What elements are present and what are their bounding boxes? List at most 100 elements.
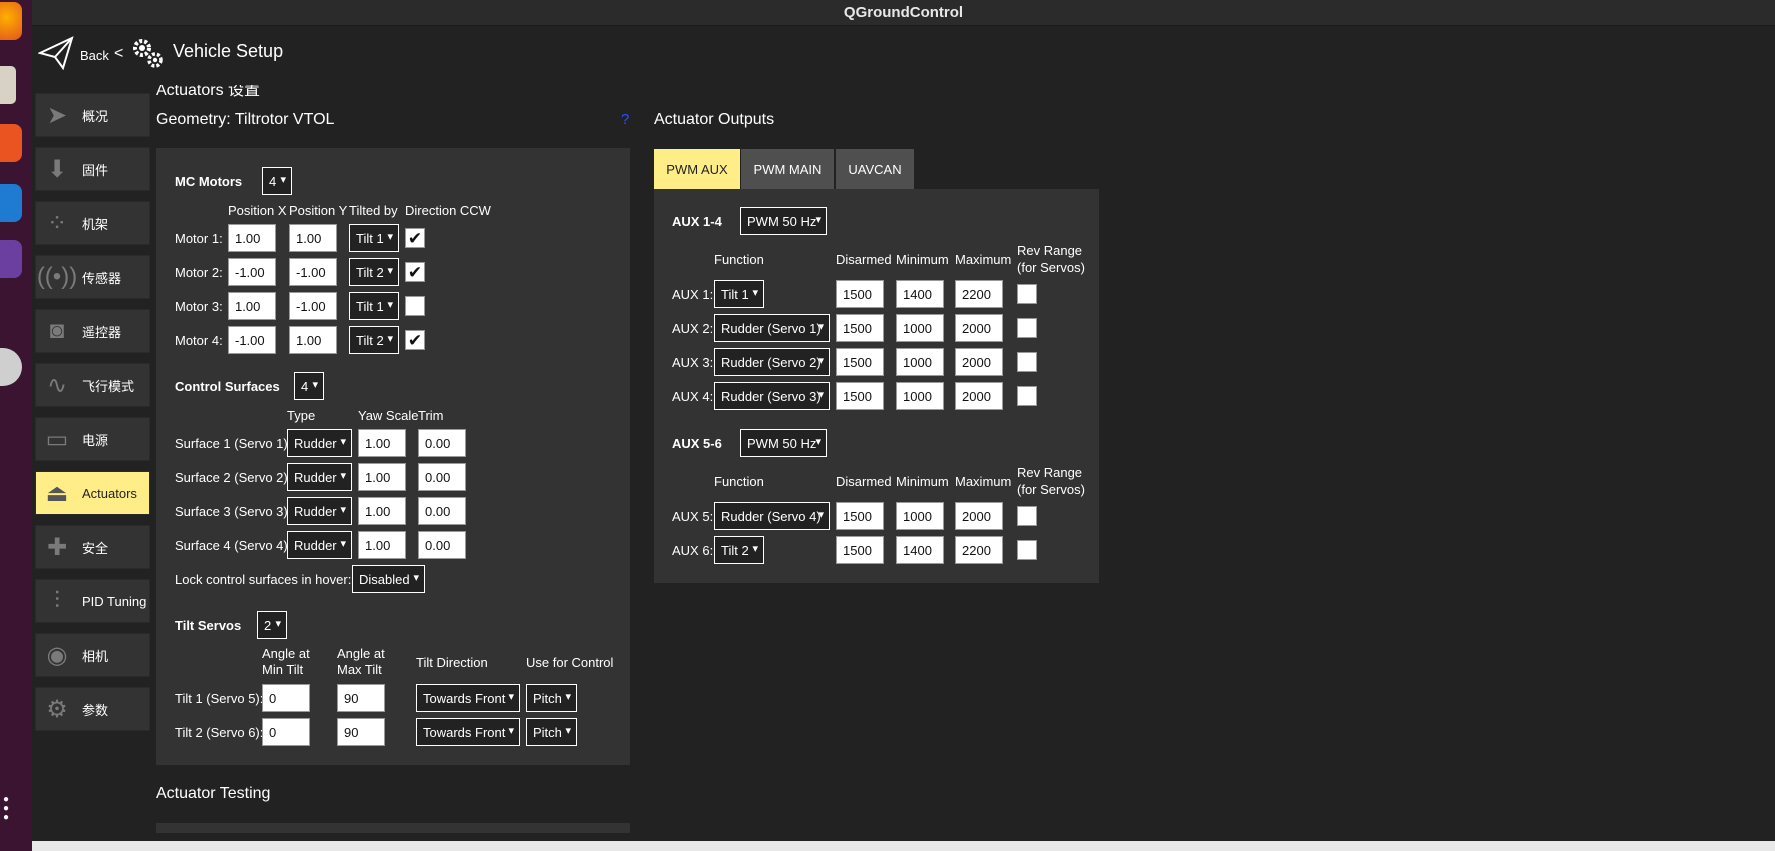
aux-function-select[interactable]: Tilt 2 xyxy=(714,536,764,564)
surface-type-select[interactable]: Rudder xyxy=(287,531,352,559)
lock-surfaces-select[interactable]: Disabled xyxy=(352,565,425,593)
tilt-direction-select[interactable]: Towards Front xyxy=(416,718,520,746)
aux-rev-range-checkbox[interactable] xyxy=(1017,352,1037,372)
sidebar-item-flight-modes[interactable]: ∿ 飞行模式 xyxy=(35,363,150,407)
motor-position-x-input[interactable]: 1.00 xyxy=(228,292,276,320)
motor-position-x-input[interactable]: 1.00 xyxy=(228,224,276,252)
aux-function-select[interactable]: Rudder (Servo 1) xyxy=(714,314,830,342)
tilt-max-angle-input[interactable]: 90 xyxy=(337,718,385,746)
aux-minimum-input[interactable]: 1000 xyxy=(896,314,944,342)
sidebar-item-sensors[interactable]: ((•)) 传感器 xyxy=(35,255,150,299)
control-surfaces-count-select[interactable]: 4 xyxy=(294,372,324,400)
disc-icon[interactable] xyxy=(0,348,22,386)
aux-function-select[interactable]: Rudder (Servo 3) xyxy=(714,382,830,410)
motor-tilt-select[interactable]: Tilt 2 xyxy=(349,326,399,354)
motor-position-y-input[interactable]: 1.00 xyxy=(289,224,337,252)
firefox-icon[interactable] xyxy=(0,2,22,40)
aux-rate-select[interactable]: PWM 50 Hz xyxy=(740,207,827,235)
motor-position-y-input[interactable]: -1.00 xyxy=(289,258,337,286)
tilt-min-angle-input[interactable]: 0 xyxy=(262,718,310,746)
sidebar-item-parameters[interactable]: ⚙ 参数 xyxy=(35,687,150,731)
sidebar-item-firmware[interactable]: ⬇ 固件 xyxy=(35,147,150,191)
sidebar-item-pid-tuning[interactable]: ⫶ PID Tuning xyxy=(35,579,150,623)
aux-maximum-input[interactable]: 2000 xyxy=(955,314,1003,342)
aux-disarmed-input[interactable]: 1500 xyxy=(836,536,884,564)
motor-tilt-select[interactable]: Tilt 2 xyxy=(349,258,399,286)
tilt-min-angle-input[interactable]: 0 xyxy=(262,684,310,712)
aux-disarmed-input[interactable]: 1500 xyxy=(836,314,884,342)
aux-disarmed-input[interactable]: 1500 xyxy=(836,280,884,308)
aux-minimum-input[interactable]: 1400 xyxy=(896,536,944,564)
motor-tilt-select[interactable]: Tilt 1 xyxy=(349,292,399,320)
aux-rev-range-checkbox[interactable] xyxy=(1017,386,1037,406)
aux-maximum-input[interactable]: 2200 xyxy=(955,280,1003,308)
sidebar-item-camera[interactable]: ◉ 相机 xyxy=(35,633,150,677)
sidebar-item-radio[interactable]: ◙ 遥控器 xyxy=(35,309,150,353)
motor-ccw-checkbox[interactable]: ✔ xyxy=(405,330,425,350)
mc-motors-count-select[interactable]: 4 xyxy=(262,167,292,195)
surface-trim-input[interactable]: 0.00 xyxy=(418,463,466,491)
motor-position-y-input[interactable]: 1.00 xyxy=(289,326,337,354)
tilt-direction-select[interactable]: Towards Front xyxy=(416,684,520,712)
sidebar-item-summary[interactable]: ➤ 概况 xyxy=(35,93,150,137)
aux-minimum-input[interactable]: 1000 xyxy=(896,348,944,376)
tilt-servos-count-select[interactable]: 2 xyxy=(257,611,287,639)
surface-trim-input[interactable]: 0.00 xyxy=(418,429,466,457)
aux-minimum-input[interactable]: 1400 xyxy=(896,280,944,308)
column-header: Position Y xyxy=(289,203,348,218)
sidebar-item-airframe[interactable]: ⁘ 机架 xyxy=(35,201,150,245)
aux-maximum-input[interactable]: 2000 xyxy=(955,348,1003,376)
aux-minimum-input[interactable]: 1000 xyxy=(896,502,944,530)
aux-rev-range-checkbox[interactable] xyxy=(1017,318,1037,338)
surface-type-select[interactable]: Rudder xyxy=(287,429,352,457)
sidebar-item-safety[interactable]: ✚ 安全 xyxy=(35,525,150,569)
aux-rev-range-checkbox[interactable] xyxy=(1017,506,1037,526)
surface-yaw-scale-input[interactable]: 1.00 xyxy=(358,429,406,457)
help-link[interactable]: ? xyxy=(621,111,629,128)
motor-ccw-checkbox[interactable]: ✔ xyxy=(405,262,425,282)
surface-yaw-scale-input[interactable]: 1.00 xyxy=(358,531,406,559)
motor-position-y-input[interactable]: -1.00 xyxy=(289,292,337,320)
aux-rev-range-checkbox[interactable] xyxy=(1017,540,1037,560)
files-icon[interactable] xyxy=(0,66,16,104)
surface-type-select[interactable]: Rudder xyxy=(287,497,352,525)
surface-yaw-scale-input[interactable]: 1.00 xyxy=(358,463,406,491)
surface-trim-input[interactable]: 0.00 xyxy=(418,531,466,559)
motor-position-x-input[interactable]: -1.00 xyxy=(228,326,276,354)
tilt-use-for-control-select[interactable]: Pitch xyxy=(526,684,577,712)
aux-disarmed-input[interactable]: 1500 xyxy=(836,382,884,410)
aux-function-select[interactable]: Tilt 1 xyxy=(714,280,764,308)
tab-pwm-aux[interactable]: PWM AUX xyxy=(654,149,740,189)
column-header: Disarmed xyxy=(836,252,892,267)
aux-disarmed-input[interactable]: 1500 xyxy=(836,502,884,530)
tab-uavcan[interactable]: UAVCAN xyxy=(836,149,914,189)
motor-tilt-select[interactable]: Tilt 1 xyxy=(349,224,399,252)
motor-ccw-checkbox[interactable] xyxy=(405,296,425,316)
surface-type-select[interactable]: Rudder xyxy=(287,463,352,491)
qgroundcontrol-dock-icon[interactable] xyxy=(0,240,22,278)
aux-maximum-input[interactable]: 2200 xyxy=(955,536,1003,564)
aux-maximum-input[interactable]: 2000 xyxy=(955,382,1003,410)
tilt-max-angle-input[interactable]: 90 xyxy=(337,684,385,712)
aux-function-select[interactable]: Rudder (Servo 2) xyxy=(714,348,830,376)
motor-position-x-input[interactable]: -1.00 xyxy=(228,258,276,286)
tab-pwm-main[interactable]: PWM MAIN xyxy=(741,149,834,189)
aux-minimum-input[interactable]: 1000 xyxy=(896,382,944,410)
aux-function-select[interactable]: Rudder (Servo 4) xyxy=(714,502,830,530)
surface-trim-input[interactable]: 0.00 xyxy=(418,497,466,525)
aux-rev-range-checkbox[interactable] xyxy=(1017,284,1037,304)
aux-disarmed-input[interactable]: 1500 xyxy=(836,348,884,376)
column-header: Angle at Max Tilt xyxy=(337,646,385,677)
paper-plane-icon[interactable] xyxy=(38,35,74,71)
vscode-icon[interactable] xyxy=(0,184,22,222)
sidebar-item-power[interactable]: ▭ 电源 xyxy=(35,417,150,461)
aux-maximum-input[interactable]: 2000 xyxy=(955,502,1003,530)
surface-yaw-scale-input[interactable]: 1.00 xyxy=(358,497,406,525)
aux-rate-select[interactable]: PWM 50 Hz xyxy=(740,429,827,457)
back-button[interactable]: Back xyxy=(80,48,109,63)
tilt-use-for-control-select[interactable]: Pitch xyxy=(526,718,577,746)
motor-ccw-checkbox[interactable]: ✔ xyxy=(405,228,425,248)
software-store-icon[interactable] xyxy=(0,124,22,162)
show-apps-icon[interactable]: ● ● ● xyxy=(3,795,13,825)
sidebar-item-actuators[interactable]: ⏏ Actuators xyxy=(35,471,150,515)
